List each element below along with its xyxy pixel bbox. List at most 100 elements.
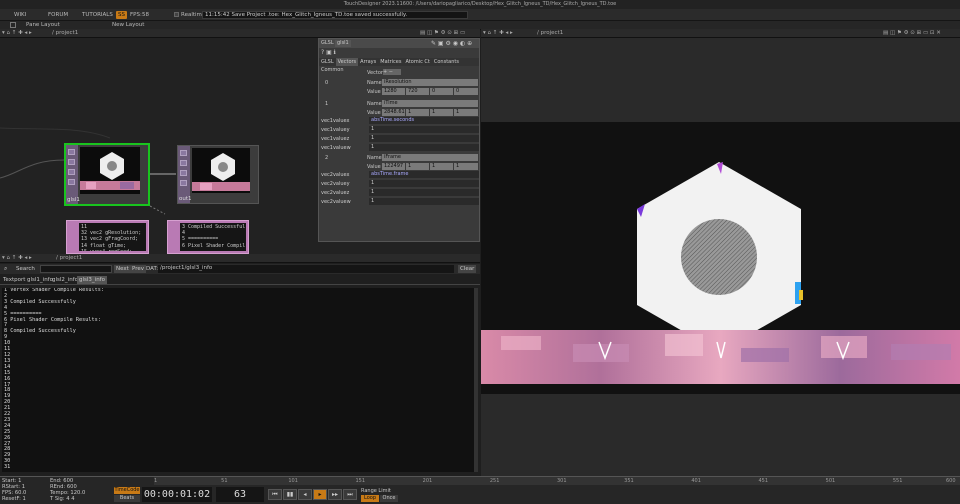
vec1-valuew-row[interactable]: vec1valuew 1 [319, 144, 479, 152]
network-path[interactable]: / project1 [52, 30, 78, 37]
timeline-stats-2: End: 600 REnd: 600 Tempo: 120.0 T Sig: 4… [50, 478, 86, 502]
step-forward-button[interactable]: ▸▸ [328, 489, 342, 500]
tab-glsl[interactable]: GLSL [319, 58, 336, 66]
pane-menu-icon[interactable]: ▾ ⌂ ↑ ✚ ◂ ▸ [2, 255, 32, 262]
pane-layout-button[interactable]: Pane Layout [26, 21, 60, 29]
vec0-value-y[interactable]: 720 [406, 88, 429, 95]
glsl1-info-dat[interactable]: 11 32 vec2 gResolution; 13 vec2 gFragCoo… [66, 220, 149, 254]
next-button[interactable]: Next [114, 265, 131, 273]
node-flag-icon[interactable] [68, 169, 75, 175]
vec0-value-w[interactable]: 0 [454, 88, 478, 95]
realtime-toggle[interactable]: Realtime [174, 11, 205, 19]
fps-value: 58 [142, 12, 149, 18]
tab-glsl3-info[interactable]: glsl3_info [77, 276, 107, 284]
ruler-tick-label: 101 [288, 478, 298, 484]
tab-common[interactable]: Common [319, 66, 346, 74]
node-flag-icon[interactable] [68, 149, 75, 155]
play-button[interactable]: ▸ [313, 489, 327, 500]
vec2-name-field[interactable]: iFrame [382, 154, 478, 161]
vector-add-remove[interactable]: + − [383, 69, 401, 75]
help-icon[interactable]: ? ▣ ℹ [321, 49, 336, 56]
vec0-value-z[interactable]: 0 [430, 88, 453, 95]
vec2-value-w[interactable]: 1 [454, 163, 478, 170]
out1-node[interactable]: out1 [177, 145, 259, 204]
tab-textport[interactable]: Textport [3, 277, 25, 283]
vec2-value-z[interactable]: 1 [430, 163, 453, 170]
frame-display[interactable]: 63 [216, 487, 264, 502]
vec1-value-y[interactable]: 1 [406, 109, 429, 116]
end-button[interactable]: ⏭ [343, 489, 357, 500]
pane-menu-icon[interactable]: ▾ ⌂ ↑ ✚ ◂ ▸ [483, 30, 513, 37]
render-output[interactable] [481, 122, 960, 394]
new-layout-button[interactable]: New Layout [112, 21, 144, 29]
expression-field[interactable]: absTime.frame [369, 171, 479, 178]
textport-output[interactable]: 1 Vertex Shader Compile Results: 2 3 Com… [2, 288, 474, 472]
once-button[interactable]: Once [380, 495, 398, 502]
stop-button[interactable]: ▮▮ [283, 489, 297, 500]
rewind-button[interactable]: ⏮ [268, 489, 282, 500]
clear-button[interactable]: Clear [458, 265, 477, 273]
vec1-valuex-row[interactable]: vec1valuex absTime.seconds [319, 117, 479, 125]
vec1-name-field[interactable]: iTime [382, 100, 478, 107]
beats-button[interactable]: Beats [114, 495, 140, 502]
node-flag-icon[interactable] [68, 159, 75, 165]
menu-forum[interactable]: FORUM [48, 11, 68, 19]
textport-scrollbar[interactable] [474, 288, 478, 472]
tab-glsl1-info[interactable]: glsl1_info [27, 277, 53, 283]
layout-icon[interactable] [10, 22, 16, 28]
node-flag-icon[interactable] [180, 170, 187, 176]
glsl1-node[interactable]: glsl1 [64, 143, 150, 206]
vector-label: Vector [367, 70, 383, 76]
vec2-valuew-row[interactable]: vec2valuew 1 [319, 198, 479, 206]
vec0-value-x[interactable]: 1280 [382, 88, 405, 95]
prev-button[interactable]: Prev [130, 265, 146, 273]
status-badge: SS [116, 11, 127, 19]
vec2-valuey-row[interactable]: vec2valuey 1 [319, 180, 479, 188]
vec1-valuey-row[interactable]: vec1valuey 1 [319, 126, 479, 134]
tab-matrices[interactable]: Matrices [378, 58, 403, 66]
tab-glsl2-info[interactable]: glsl2_info [52, 277, 78, 283]
tab-arrays[interactable]: Arrays [358, 58, 378, 66]
node-flag-icon[interactable] [180, 180, 187, 186]
node-flag-icon[interactable] [180, 160, 187, 166]
vec2-valuez-row[interactable]: vec2valuez 1 [319, 189, 479, 197]
pane-menu-icon[interactable]: ▾ ⌂ ↑ ✚ ◂ ▸ [2, 30, 32, 37]
parameter-dialog[interactable]: GLSL glsl1 ✎ ▣ ⚙ ◉ ◐ ⊕ ? ▣ ℹ GLSL Vectors… [318, 38, 480, 242]
timecode-button[interactable]: TimeCode [114, 487, 140, 494]
ruler-tick-label: 1 [154, 478, 158, 484]
tab-constants[interactable]: Constants [432, 58, 461, 66]
timeline-ruler[interactable]: 1 51 101 151 201 251 301 351 401 451 501 551 600 [154, 477, 960, 485]
param-op-name[interactable]: glsl1 [335, 40, 351, 47]
hexagon-render-icon [481, 162, 960, 384]
menu-tutorials[interactable]: TUTORIALS [82, 11, 113, 19]
search-input[interactable] [40, 265, 112, 273]
loop-button[interactable]: Loop [361, 495, 379, 502]
tab-vectors[interactable]: Vectors [335, 58, 359, 66]
node-viewer [192, 148, 250, 193]
pane-controls-icon[interactable]: ▤ ◫ ⚑ ⚙ ⊙ ⊞ ▭ ⊡ ✕ [883, 30, 941, 37]
node-flag-icon[interactable] [68, 179, 75, 185]
vec1-value-w[interactable]: 1 [454, 109, 478, 116]
vec1-value-z[interactable]: 1 [430, 109, 453, 116]
glsl2-info-dat[interactable]: 3 Compiled Successful 4 5 ========== 6 P… [167, 220, 249, 254]
step-back-button[interactable]: ◂ [298, 489, 312, 500]
dat-path-field[interactable]: /project1/glsl3_info [158, 265, 454, 273]
vec2-value-y[interactable]: 1 [406, 163, 429, 170]
vec1-value-x[interactable]: 2848.61 [382, 109, 405, 116]
expression-field[interactable]: absTime.seconds [369, 117, 479, 124]
timecode-display[interactable]: 00:00:01:02 [142, 487, 212, 502]
window-title: TouchDesigner 2023.11600: /Users/dariopa… [0, 0, 960, 9]
textport-path[interactable]: / project1 [56, 255, 82, 262]
vec1-valuez-row[interactable]: vec1valuez 1 [319, 135, 479, 143]
node-flag-icon[interactable] [180, 150, 187, 156]
vec2-value-x[interactable]: 122497 [382, 163, 405, 170]
tab-atomic[interactable]: Atomic Ct [403, 58, 431, 66]
node-name[interactable]: out1 [178, 196, 192, 203]
vec2-valuex-row[interactable]: vec2valuex absTime.frame [319, 171, 479, 179]
viewer-path[interactable]: / project1 [537, 30, 563, 37]
menu-wiki[interactable]: WIKI [14, 11, 26, 19]
vec0-name-field[interactable]: iResolution [382, 79, 478, 86]
node-name[interactable]: glsl1 [66, 197, 80, 204]
pane-controls-icon[interactable]: ▤ ◫ ⚑ ⚙ ⊙ ⊞ ▭ [420, 30, 465, 37]
param-tools-icon[interactable]: ✎ ▣ ⚙ ◉ ◐ ⊕ [431, 39, 472, 48]
